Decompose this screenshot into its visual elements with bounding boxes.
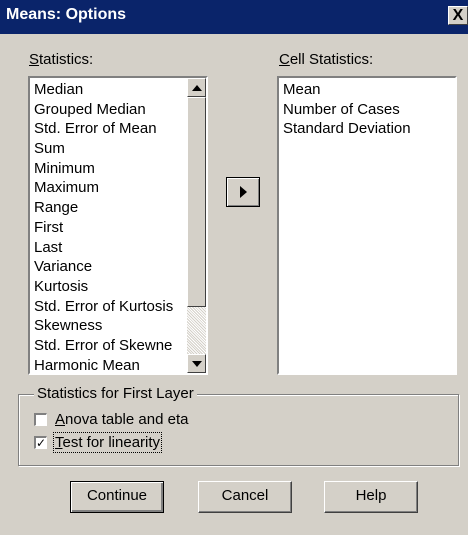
cancel-button[interactable]: Cancel (198, 481, 292, 513)
statistics-list-item[interactable]: Last (30, 238, 206, 258)
linearity-checkbox[interactable]: ✓ (34, 435, 47, 450)
scroll-down-button[interactable] (187, 354, 206, 373)
anova-option[interactable]: Anova table and eta (34, 409, 188, 429)
first-layer-group (18, 394, 459, 466)
statistics-list-item[interactable]: Variance (30, 257, 206, 277)
statistics-list-item[interactable]: Harmonic Mean (30, 356, 206, 373)
statistics-list-item[interactable]: Median (30, 80, 206, 100)
down-arrow-icon (191, 360, 202, 367)
statistics-list-item[interactable]: Std. Error of Skewne (30, 336, 206, 356)
cell-statistics-label: Cell Statistics: (279, 51, 374, 68)
anova-checkbox[interactable] (34, 412, 47, 426)
cell-statistics-list-item[interactable]: Mean (279, 80, 455, 100)
cell-statistics-listbox[interactable]: Mean Number of Cases Standard Deviation (277, 76, 457, 375)
move-to-cell-statistics-button[interactable] (226, 177, 260, 207)
statistics-scrollbar[interactable] (187, 78, 206, 373)
cell-statistics-list: Mean Number of Cases Standard Deviation (279, 78, 455, 139)
help-button[interactable]: Help (324, 481, 418, 513)
statistics-list-item[interactable]: Maximum (30, 178, 206, 198)
statistics-list-item[interactable]: Minimum (30, 159, 206, 179)
linearity-option[interactable]: ✓ Test for linearity (34, 431, 163, 453)
title-bar: Means: Options X (0, 0, 468, 34)
statistics-list-item[interactable]: Kurtosis (30, 277, 206, 297)
anova-label: Anova table and eta (55, 410, 189, 428)
statistics-list-item[interactable]: Sum (30, 139, 206, 159)
statistics-listbox[interactable]: Median Grouped Median Std. Error of Mean Su… (28, 76, 208, 375)
statistics-list-item[interactable]: Grouped Median (30, 100, 206, 120)
statistics-label: Statistics: (29, 51, 94, 68)
linearity-label: Test for linearity (52, 431, 163, 453)
statistics-list-item[interactable]: Std. Error of Kurtosis (30, 297, 206, 317)
cell-statistics-list-item[interactable]: Number of Cases (279, 100, 455, 120)
cell-statistics-list-item[interactable]: Standard Deviation (279, 119, 455, 139)
window-title: Means: Options (6, 6, 127, 23)
statistics-list: Median Grouped Median Std. Error of Mean Su… (30, 78, 206, 373)
statistics-list-item[interactable]: Skewness (30, 316, 206, 336)
up-arrow-icon (191, 84, 202, 91)
statistics-list-item[interactable]: First (30, 218, 206, 238)
scroll-up-button[interactable] (187, 78, 206, 97)
scroll-thumb[interactable] (187, 97, 206, 307)
statistics-list-item[interactable]: Range (30, 198, 206, 218)
right-arrow-icon (239, 186, 247, 198)
statistics-list-item[interactable]: Std. Error of Mean (30, 119, 206, 139)
first-layer-title: Statistics for First Layer (34, 385, 197, 402)
check-mark-icon: ✓ (35, 435, 47, 450)
continue-button[interactable]: Continue (70, 481, 164, 513)
close-button[interactable]: X (448, 6, 468, 25)
